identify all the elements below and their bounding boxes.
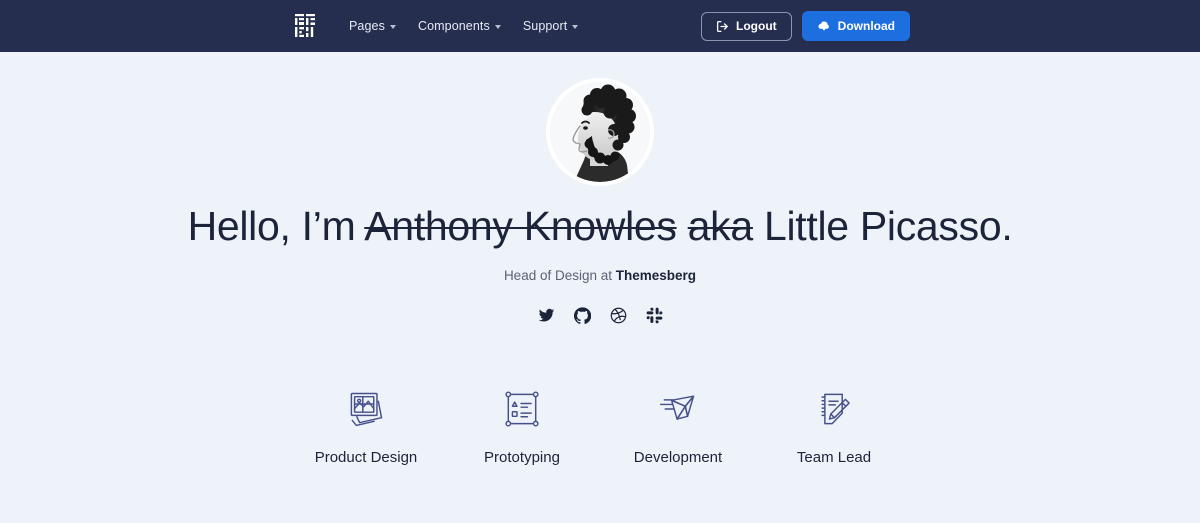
social-link-slack[interactable] bbox=[643, 305, 665, 327]
page-title: Hello, I’m Anthony Knowles aka Little Pi… bbox=[0, 203, 1200, 249]
avatar bbox=[546, 78, 654, 186]
download-button[interactable]: Download bbox=[801, 11, 910, 41]
logout-button-label: Logout bbox=[736, 19, 777, 33]
social-link-dribbble[interactable] bbox=[607, 305, 629, 327]
navbar-actions: Logout Download bbox=[701, 0, 910, 52]
nav-item-support[interactable]: Support bbox=[522, 19, 579, 33]
nav-item-components[interactable]: Components bbox=[418, 19, 501, 33]
features-row: Product Design Prototyping Development T… bbox=[0, 383, 1200, 466]
slack-icon bbox=[646, 307, 662, 324]
feature-label: Product Design bbox=[314, 448, 418, 466]
social-link-twitter[interactable] bbox=[535, 305, 557, 327]
download-button-label: Download bbox=[837, 19, 895, 33]
artboard-wireframe-icon bbox=[505, 391, 539, 427]
feature-label: Team Lead bbox=[796, 448, 872, 466]
subtitle-company[interactable]: Themesberg bbox=[616, 268, 696, 283]
navbar-links: Pages Components Support bbox=[349, 0, 579, 52]
headline-struck-name: Anthony Knowles bbox=[364, 203, 677, 249]
chevron-down-icon bbox=[494, 25, 501, 29]
brand-logo[interactable] bbox=[294, 13, 316, 39]
twitter-icon bbox=[538, 309, 554, 322]
subtitle: Head of Design at Themesberg bbox=[0, 268, 1200, 283]
feature-development[interactable]: Development bbox=[600, 383, 756, 466]
social-links bbox=[0, 305, 1200, 327]
notepad-pencil-icon bbox=[821, 393, 850, 425]
hero-section: Hello, I’m Anthony Knowles aka Little Pi… bbox=[0, 52, 1200, 466]
photos-stack-icon bbox=[350, 392, 383, 426]
sign-out-icon bbox=[716, 20, 728, 32]
nav-item-pages-label: Pages bbox=[349, 19, 385, 33]
avatar-image bbox=[550, 82, 650, 182]
feature-team-lead[interactable]: Team Lead bbox=[756, 383, 912, 466]
navbar-inner: Pages Components Support Logout Download bbox=[0, 0, 1200, 52]
themesberg-logo-icon bbox=[295, 14, 315, 37]
feature-prototyping[interactable]: Prototyping bbox=[444, 383, 600, 466]
dribbble-icon bbox=[610, 307, 626, 324]
headline-greeting: Hello, I’m bbox=[187, 203, 365, 249]
chevron-down-icon bbox=[389, 25, 396, 29]
user-portrait-avatar bbox=[550, 82, 650, 182]
nav-item-support-label: Support bbox=[522, 19, 568, 33]
feature-product-design[interactable]: Product Design bbox=[288, 383, 444, 466]
paper-bird-icon bbox=[659, 395, 695, 420]
nav-item-components-label: Components bbox=[417, 19, 490, 33]
headline-nickname: Little Picasso. bbox=[752, 203, 1013, 249]
nav-item-pages[interactable]: Pages bbox=[349, 19, 396, 33]
cloud-download-icon bbox=[818, 21, 829, 31]
feature-icon-wrapper bbox=[444, 383, 600, 435]
subtitle-prefix: Head of Design at bbox=[503, 267, 616, 283]
headline-struck-aka: aka bbox=[687, 203, 754, 249]
github-icon bbox=[573, 307, 591, 325]
feature-icon-wrapper bbox=[288, 383, 444, 435]
top-navbar: Pages Components Support Logout Download bbox=[0, 0, 1200, 52]
feature-icon-wrapper bbox=[756, 383, 912, 435]
logout-button[interactable]: Logout bbox=[701, 11, 792, 41]
chevron-down-icon bbox=[572, 25, 579, 29]
social-link-github[interactable] bbox=[571, 305, 593, 327]
feature-icon-wrapper bbox=[600, 383, 756, 435]
feature-label: Prototyping bbox=[484, 448, 560, 466]
feature-label: Development bbox=[633, 448, 723, 466]
